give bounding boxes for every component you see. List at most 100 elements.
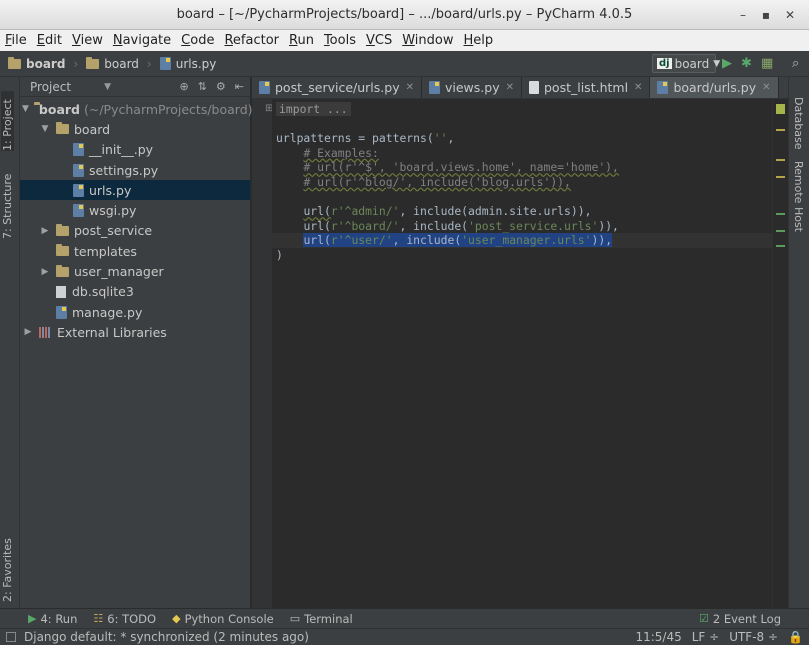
event-log-button[interactable]: ☑ 2 Event Log [699,612,781,626]
tab-database[interactable]: Database [792,97,805,150]
editor-gutter[interactable]: ⊞ [252,99,273,608]
tab-remote-host[interactable]: Remote Host [792,161,805,232]
menu-vcs[interactable]: VCS [366,33,392,48]
scroll-from-source-icon[interactable]: ⊕ [179,80,188,93]
todo-tool-button[interactable]: ☷ 6: TODO [93,612,156,626]
menu-code[interactable]: Code [181,33,214,48]
toggle-tool-windows-icon[interactable] [6,632,16,642]
tree-item-urls[interactable]: urls.py [20,180,250,201]
folder-icon [86,56,100,69]
expanded-arrow-icon[interactable]: ▼ [39,124,51,134]
left-tool-strip: 1: Project 7: Structure 2: Favorites [0,77,20,608]
tool-label: 2 Event Log [712,611,781,626]
line-separator-select[interactable]: LF ÷ [692,630,719,644]
run-configuration-select[interactable]: dj board ▼ [652,54,720,73]
menu-help[interactable]: Help [464,33,494,48]
close-tab-icon[interactable]: ✕ [506,82,514,93]
code-token: r'^user/' [330,233,393,248]
tree-item-wsgi[interactable]: wsgi.py [20,200,250,220]
project-view-select[interactable]: Project [30,80,71,94]
menu-navigate[interactable]: Navigate [113,33,171,48]
python-console-icon: ◆ [172,612,181,625]
tree-item-init[interactable]: __init__.py [20,140,250,160]
breadcrumb-file[interactable]: urls.py [159,57,216,71]
tree-item-manage[interactable]: manage.py [20,302,250,322]
menu-bar: File Edit View Navigate Code Refactor Ru… [0,30,809,51]
tree-item-templates[interactable]: templates [20,241,250,261]
import-fold[interactable]: import ... [276,102,351,116]
close-icon[interactable]: ✕ [781,6,799,24]
debug-icon[interactable]: ✱ [741,56,752,71]
code-token: , include( [392,233,462,248]
expanded-arrow-icon[interactable]: ▼ [22,104,29,114]
tree-item-settings[interactable]: settings.py [20,160,250,180]
collapse-all-icon[interactable]: ⇅ [198,80,207,93]
inspection-status-icon[interactable] [776,104,785,114]
tree-item-post-service[interactable]: ▶ post_service [20,221,250,241]
tab-favorites[interactable]: 2: Favorites [1,532,14,602]
code-content: import ... urlpatterns = patterns('', # … [272,102,772,263]
editor-tab-label: board/urls.py [673,80,757,95]
collapsed-arrow-icon[interactable]: ▶ [39,226,51,236]
close-tab-icon[interactable]: ✕ [762,82,770,93]
tree-item-external-libraries[interactable]: ▶ External Libraries [20,322,250,342]
coverage-icon[interactable]: ▦ [761,56,773,71]
menu-tools[interactable]: Tools [324,33,356,48]
python-file-icon [73,183,84,197]
editor-tab-post-service-urls[interactable]: post_service/urls.py ✕ [252,77,422,98]
tree-item-board-package[interactable]: ▼ board [20,119,250,139]
encoding-select[interactable]: UTF-8 ÷ [729,630,778,644]
error-stripe[interactable] [772,99,788,608]
tab-database-label: Database [792,97,805,150]
hide-panel-icon[interactable]: ⇤ [235,80,244,93]
close-tab-icon[interactable]: ✕ [406,82,414,93]
minimize-icon[interactable]: – [734,6,752,24]
menu-edit[interactable]: Edit [37,33,62,48]
maximize-icon[interactable]: ▪ [757,6,775,24]
menu-run[interactable]: Run [289,33,314,48]
breadcrumb-package[interactable]: board › [86,56,152,71]
terminal-icon: ▭ [289,612,301,625]
title-bar: board – [~/PycharmProjects/board] – .../… [0,0,809,30]
menu-view[interactable]: View [72,33,103,48]
warning-marker[interactable] [776,159,785,161]
project-panel-actions: ⊕ ⇅ ⚙ ⇤ [179,80,244,93]
tab-project[interactable]: 1: Project [1,91,14,151]
collapsed-arrow-icon[interactable]: ▶ [39,267,51,277]
editor-tab-post-list[interactable]: post_list.html ✕ [522,77,651,98]
code-editor[interactable]: import ... urlpatterns = patterns('', # … [272,99,772,608]
warning-marker[interactable] [776,129,785,131]
change-marker[interactable] [776,213,785,215]
terminal-button[interactable]: ▭ Terminal [290,612,353,626]
gear-icon[interactable]: ⚙ [216,80,226,93]
warning-marker[interactable] [776,176,785,178]
folder-icon [56,122,69,135]
run-icon[interactable]: ▶ [722,56,732,71]
tree-item-db[interactable]: db.sqlite3 [20,282,250,302]
change-marker[interactable] [776,245,785,247]
search-icon[interactable]: ⌕ [792,56,799,71]
tree-item-label: External Libraries [57,324,167,340]
python-file-icon [73,163,84,177]
menu-window[interactable]: Window [402,33,453,48]
change-marker[interactable] [776,230,785,232]
tree-item-root[interactable]: ▼ board (~/PycharmProjects/board) [20,99,253,119]
menu-file[interactable]: File [5,33,27,48]
tree-item-user-manager[interactable]: ▶ user_manager [20,261,250,281]
tool-label: 6: TODO [107,611,157,626]
breadcrumb-project[interactable]: board › [8,56,78,71]
code-token: , include(admin.site.urls)), [399,204,592,219]
tree-item-label: post_service [74,223,153,239]
lock-icon[interactable]: 🔒 [788,630,803,644]
chevron-down-icon[interactable]: ▼ [104,82,111,92]
editor-tab-board-urls[interactable]: board/urls.py ✕ [650,77,779,98]
menu-refactor[interactable]: Refactor [224,33,279,48]
run-tool-button[interactable]: ▶ 4: Run [28,612,77,626]
caret-position[interactable]: 11:5/45 [635,630,681,644]
collapsed-arrow-icon[interactable]: ▶ [22,327,34,337]
tab-structure[interactable]: 7: Structure [1,169,14,239]
close-tab-icon[interactable]: ✕ [634,82,642,93]
editor-tab-views[interactable]: views.py ✕ [422,77,522,98]
python-console-button[interactable]: ◆ Python Console [172,612,274,626]
editor-tab-label: views.py [444,80,500,95]
